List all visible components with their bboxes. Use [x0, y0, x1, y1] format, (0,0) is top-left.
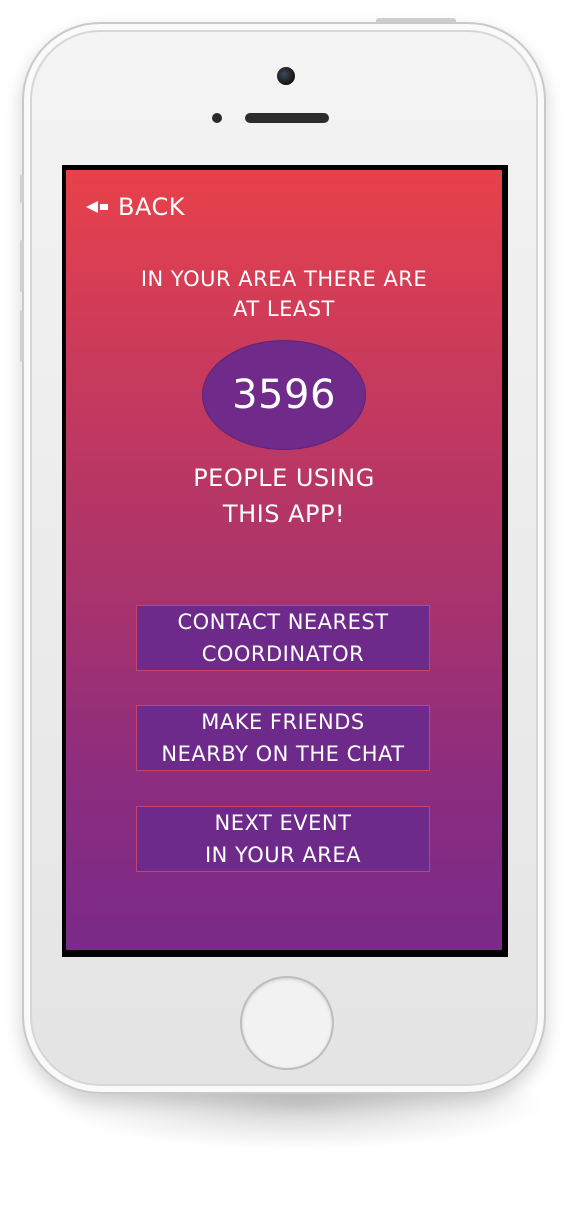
people-using-text: PEOPLE USING THIS APP!: [66, 460, 502, 532]
contact-coordinator-line-2: COORDINATOR: [201, 642, 365, 666]
make-friends-line-2: NEARBY ON THE CHAT: [161, 742, 405, 766]
earpiece-speaker: [245, 113, 329, 123]
mute-switch: [20, 175, 24, 203]
area-intro-text: IN YOUR AREA THERE ARE AT LEAST: [66, 264, 502, 324]
make-friends-line-1: MAKE FRIENDS: [201, 710, 365, 734]
next-event-button[interactable]: NEXT EVENT IN YOUR AREA: [136, 806, 430, 872]
make-friends-button[interactable]: MAKE FRIENDS NEARBY ON THE CHAT: [136, 705, 430, 771]
back-arrow-icon: [86, 201, 98, 213]
intro-line-2: AT LEAST: [233, 297, 335, 321]
user-count-badge: 3596: [202, 340, 366, 450]
back-label: BACK: [118, 193, 185, 221]
back-arrow-tail: [100, 204, 108, 210]
people-line-1: PEOPLE USING: [193, 464, 375, 492]
contact-coordinator-button[interactable]: CONTACT NEAREST COORDINATOR: [136, 605, 430, 671]
home-button[interactable]: [240, 976, 334, 1070]
next-event-line-2: IN YOUR AREA: [204, 843, 361, 867]
intro-line-1: IN YOUR AREA THERE ARE: [140, 267, 428, 291]
user-count-value: 3596: [232, 372, 336, 418]
stage: BACK IN YOUR AREA THERE ARE AT LEAST 359…: [0, 0, 588, 1230]
proximity-sensor: [212, 113, 222, 123]
volume-down-button: [20, 310, 24, 362]
volume-up-button: [20, 240, 24, 292]
contact-coordinator-line-1: CONTACT NEAREST: [177, 610, 389, 634]
app-screen: BACK IN YOUR AREA THERE ARE AT LEAST 359…: [66, 170, 502, 950]
back-button[interactable]: BACK: [86, 190, 185, 224]
front-camera: [277, 67, 295, 85]
people-line-2: THIS APP!: [222, 500, 346, 528]
next-event-line-1: NEXT EVENT: [214, 811, 352, 835]
